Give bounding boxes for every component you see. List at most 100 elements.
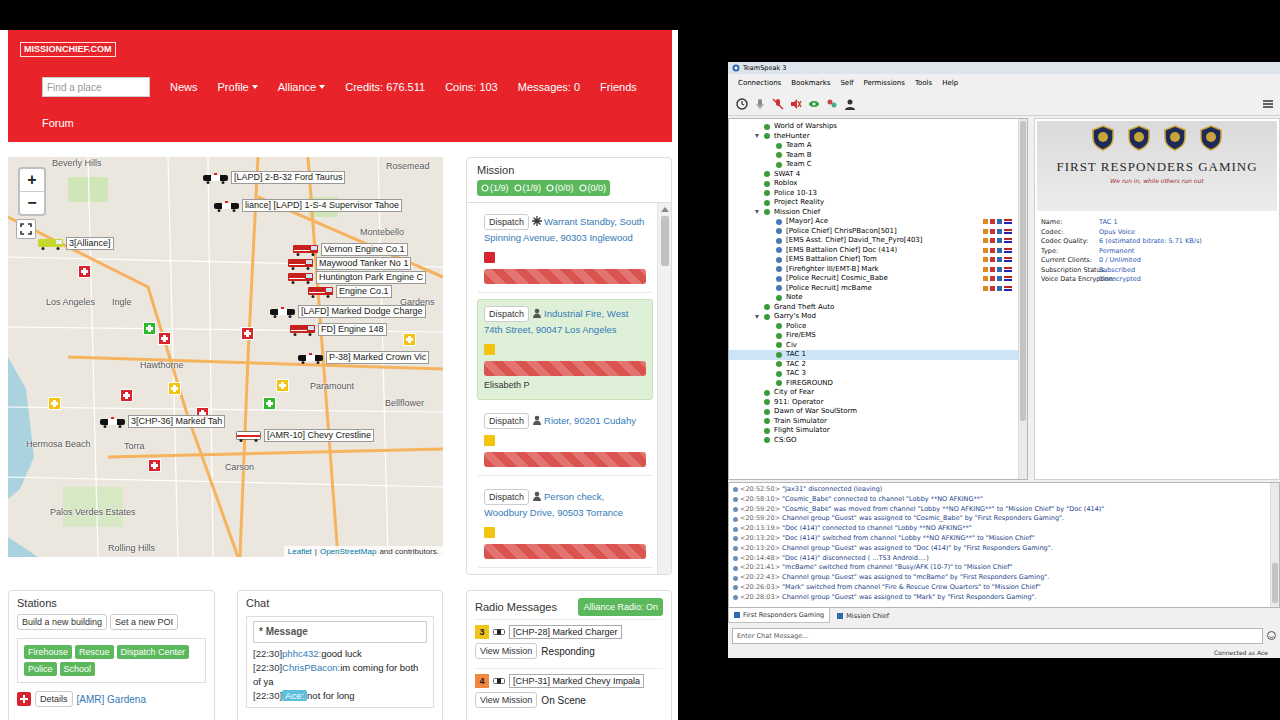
mute-speaker-icon[interactable]: [790, 98, 802, 110]
nav-item[interactable]: Coins: 103: [445, 77, 498, 97]
building-marker-icon[interactable]: [263, 397, 276, 410]
channel-row[interactable]: Grand Theft Auto: [729, 303, 1018, 313]
mute-microphone-icon[interactable]: [772, 98, 784, 110]
channel-row[interactable]: World of Warships: [729, 122, 1018, 132]
channel-row[interactable]: City of Fear: [729, 388, 1018, 398]
channel-row[interactable]: Team C: [729, 160, 1018, 170]
station-filter[interactable]: School: [60, 662, 96, 676]
log-scrollbar[interactable]: [1270, 483, 1279, 607]
channel-row[interactable]: Flight Simulator: [729, 426, 1018, 436]
expand-arrow-icon[interactable]: [755, 210, 759, 214]
channel-row[interactable]: CS:GO: [729, 436, 1018, 446]
dispatch-button[interactable]: Dispatch: [484, 306, 529, 322]
mission-count[interactable]: (1/9): [481, 182, 509, 194]
nav-item[interactable]: Alliance: [278, 77, 326, 97]
channel-row[interactable]: Team A: [729, 141, 1018, 151]
mission-count[interactable]: (0/0): [579, 182, 607, 194]
emoji-icon[interactable]: [1267, 631, 1276, 640]
dispatch-button[interactable]: Dispatch: [484, 489, 529, 505]
vehicle-pin[interactable]: [LAFD] Marked Dodge Charge: [270, 305, 426, 318]
client-row[interactable]: [Mayor] Ace: [729, 217, 1018, 227]
channel-row[interactable]: TAC 3: [729, 369, 1018, 379]
channel-row[interactable]: Team B: [729, 151, 1018, 161]
clock-icon[interactable]: [736, 98, 748, 110]
fullscreen-button[interactable]: [16, 219, 36, 239]
dispatch-button[interactable]: Dispatch: [484, 214, 529, 230]
mission-card[interactable]: DispatchRioter, 90201 Cudahy: [477, 406, 653, 476]
channel-row[interactable]: Roblox: [729, 179, 1018, 189]
chat-input[interactable]: * Message: [253, 621, 427, 643]
chat-user[interactable]: ChrisPBacon:: [282, 662, 340, 673]
channel-row[interactable]: Project Reality: [729, 198, 1018, 208]
channel-row[interactable]: TAC 2: [729, 360, 1018, 370]
client-row[interactable]: [Firefighter III/EMT-B] Mark: [729, 265, 1018, 275]
chat-user[interactable]: Ace:: [282, 690, 307, 701]
client-row[interactable]: [EMS Battalion Chief] Tom: [729, 255, 1018, 265]
building-marker-icon[interactable]: [403, 333, 416, 346]
building-marker-icon[interactable]: [78, 265, 91, 278]
map[interactable]: Beverly HillsRosemeadMontebelloLos Angel…: [8, 157, 443, 557]
menu-item[interactable]: Tools: [915, 79, 932, 87]
mission-link[interactable]: Rioter, 90201 Cudahy: [544, 415, 636, 426]
station-filter[interactable]: Firehouse: [24, 645, 72, 659]
vehicle-pin[interactable]: 3[CHP-36] Marked Tah: [100, 415, 225, 428]
menu-item[interactable]: Help: [942, 79, 958, 87]
channel-row[interactable]: theHunter: [729, 132, 1018, 142]
chat-tab[interactable]: Mission Chief: [832, 608, 894, 623]
alliance-radio-toggle[interactable]: Alliance Radio: On: [578, 598, 663, 616]
nav-item[interactable]: Profile: [218, 77, 258, 97]
scroll-thumb[interactable]: [1272, 563, 1278, 603]
nav-item[interactable]: Friends: [600, 77, 637, 97]
channel-row[interactable]: Dawn of War SoulStorm: [729, 407, 1018, 417]
vehicle-pin[interactable]: Vernon Engine Co.1: [293, 243, 408, 256]
building-marker-icon[interactable]: [120, 389, 133, 402]
building-marker-icon[interactable]: [48, 397, 61, 410]
expand-arrow-icon[interactable]: [755, 134, 759, 138]
station-filter[interactable]: Rescue: [75, 645, 114, 659]
vehicle-pin[interactable]: [AMR-10] Chevy Crestline: [236, 429, 374, 442]
scroll-thumb[interactable]: [1020, 121, 1026, 421]
mission-scrollbar[interactable]: [657, 203, 671, 574]
zoom-out-button[interactable]: −: [20, 192, 44, 214]
channel-row[interactable]: 911: Operator: [729, 398, 1018, 408]
channel-row[interactable]: Civ: [729, 341, 1018, 351]
contacts-icon[interactable]: [826, 98, 838, 110]
mission-card[interactable]: DispatchWarrant Standby, South Spinning …: [477, 207, 653, 293]
nav-item[interactable]: Messages: 0: [518, 77, 580, 97]
client-row[interactable]: [EMS Battalion Chief] Doc (414): [729, 246, 1018, 256]
tree-scrollbar[interactable]: [1018, 119, 1027, 479]
site-logo[interactable]: MISSIONCHIEF.COM: [20, 42, 116, 57]
vehicle-pin[interactable]: FD] Engine 148: [290, 323, 387, 336]
menu-item[interactable]: Permissions: [864, 79, 905, 87]
mission-count[interactable]: (1/9): [514, 182, 542, 194]
client-row[interactable]: [Police Recruit] Cosmic_Babe: [729, 274, 1018, 284]
menu-item[interactable]: Bookmarks: [791, 79, 830, 87]
chat-user[interactable]: phhc432:: [282, 648, 321, 659]
channel-row[interactable]: TAC 1: [729, 350, 1018, 360]
station-action-button[interactable]: Build a new building: [17, 614, 107, 630]
station-link[interactable]: [AMR] Gardena: [77, 694, 146, 705]
menu-icon[interactable]: [1262, 98, 1274, 110]
nav-item[interactable]: Credits: 676.511: [345, 77, 425, 97]
view-mission-button[interactable]: View Mission: [475, 643, 537, 659]
user-icon[interactable]: [844, 98, 856, 110]
building-marker-icon[interactable]: [148, 459, 161, 472]
building-marker-icon[interactable]: [276, 379, 289, 392]
station-filter[interactable]: Police: [24, 662, 57, 676]
building-marker-icon[interactable]: [143, 322, 156, 335]
client-row[interactable]: [EMS Asst. Chief] David_The_Pyro[403]: [729, 236, 1018, 246]
client-row[interactable]: [Police Chief] ChrisPBacon[501]: [729, 227, 1018, 237]
view-mission-button[interactable]: View Mission: [475, 692, 537, 708]
building-marker-icon[interactable]: [241, 327, 254, 340]
attribution-link[interactable]: Leaflet: [288, 547, 312, 556]
channel-row[interactable]: SWAT 4: [729, 170, 1018, 180]
channel-row[interactable]: Note: [729, 293, 1018, 303]
expand-arrow-icon[interactable]: [755, 315, 759, 319]
mission-count[interactable]: (0/0): [546, 182, 574, 194]
vehicle-pin[interactable]: [LAPD] 2-B-32 Ford Taurus: [203, 171, 345, 184]
building-marker-icon[interactable]: [168, 382, 181, 395]
attribution-link[interactable]: OpenStreetMap: [320, 547, 376, 556]
search-field[interactable]: [42, 77, 150, 97]
nav-item[interactable]: Forum: [42, 113, 74, 133]
scroll-up-icon[interactable]: [661, 207, 669, 212]
